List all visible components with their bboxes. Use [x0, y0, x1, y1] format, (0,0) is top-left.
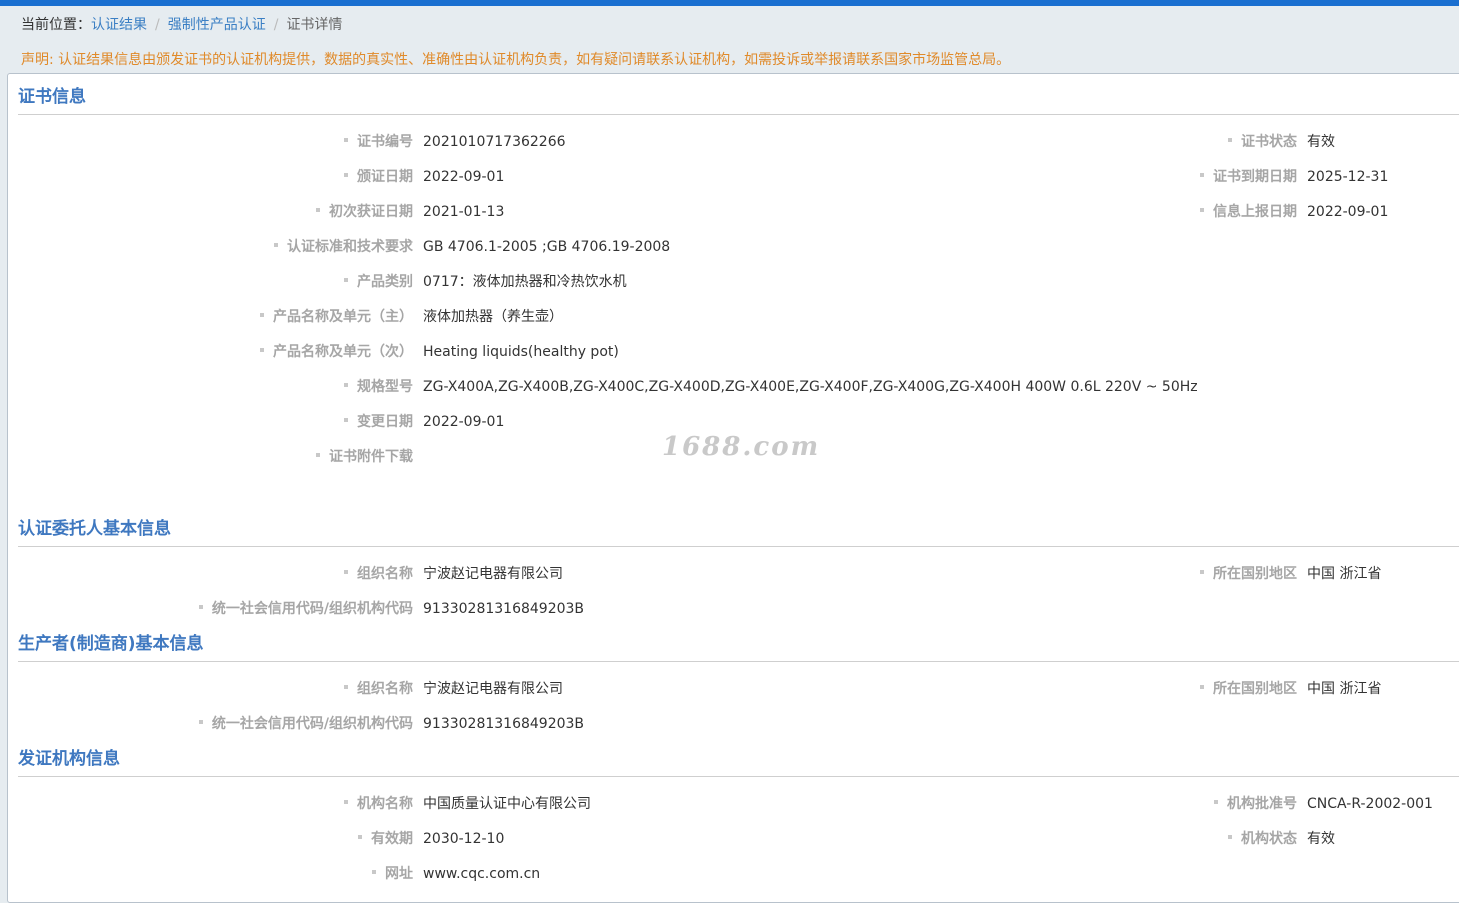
field-value-cert-number: 2021010717362266 [423, 134, 566, 150]
field-value-issuer-status: 有效 [1307, 831, 1335, 847]
field-label: 统一社会信用代码/组织机构代码 [198, 600, 413, 618]
section-title-cert: 证书信息 [18, 87, 86, 107]
breadcrumb-lead: 当前位置： [21, 17, 91, 33]
field-value-first-issue-date: 2021-01-13 [423, 204, 505, 220]
field-value-applicant-region: 中国 浙江省 [1307, 566, 1382, 582]
field-value-applicant-org: 宁波赵记电器有限公司 [423, 566, 563, 582]
section-title-issuer: 发证机构信息 [18, 749, 120, 769]
field-value-issuer-approval-no: CNCA-R-2002-001 [1307, 796, 1433, 812]
field-label: 认证标准和技术要求 [274, 238, 413, 256]
field-value-issuer-name: 中国质量认证中心有限公司 [423, 796, 591, 812]
field-label: 产品类别 [344, 273, 413, 291]
field-value-expiry-date: 2025-12-31 [1307, 169, 1389, 185]
field-label: 初次获证日期 [316, 203, 413, 221]
section-title-applicant: 认证委托人基本信息 [18, 519, 171, 539]
field-value-product-name-secondary: Heating liquids(healthy pot) [423, 344, 619, 360]
field-label: 统一社会信用代码/组织机构代码 [198, 715, 413, 733]
field-value-report-date: 2022-09-01 [1307, 204, 1389, 220]
field-label: 产品名称及单元（次） [260, 343, 413, 361]
field-label: 证书附件下载 [316, 448, 413, 466]
field-value-product-category: 0717：液体加热器和冷热饮水机 [423, 274, 627, 290]
field-value-issue-date: 2022-09-01 [423, 169, 505, 185]
field-label: 组织名称 [344, 680, 413, 698]
section-divider [18, 661, 1459, 662]
field-label: 变更日期 [344, 413, 413, 431]
field-value-manufacturer-region: 中国 浙江省 [1307, 681, 1382, 697]
field-value-manufacturer-code: 91330281316849203B [423, 716, 585, 732]
breadcrumb: 当前位置：认证结果 / 强制性产品认证 / 证书详情 [21, 17, 343, 33]
field-label: 颁证日期 [344, 168, 413, 186]
field-label: 证书到期日期 [1200, 168, 1297, 186]
disclaimer-notice: 声明: 认证结果信息由颁发证书的认证机构提供，数据的真实性、准确性由认证机构负责… [21, 52, 1011, 68]
breadcrumb-link-ccc[interactable]: 强制性产品认证 [168, 17, 266, 33]
field-label: 组织名称 [344, 565, 413, 583]
field-value-manufacturer-org: 宁波赵记电器有限公司 [423, 681, 563, 697]
field-value-product-name-main: 液体加热器（养生壶） [423, 309, 563, 325]
field-label: 证书状态 [1228, 133, 1297, 151]
detail-panel [7, 73, 1459, 903]
section-divider [18, 546, 1459, 547]
field-label: 有效期 [358, 830, 413, 848]
top-accent-bar [0, 0, 1459, 6]
field-label: 信息上报日期 [1200, 203, 1297, 221]
section-divider [18, 114, 1459, 115]
section-title-manufacturer: 生产者(制造商)基本信息 [18, 634, 204, 654]
field-label: 所在国别地区 [1200, 565, 1297, 583]
field-label: 机构状态 [1228, 830, 1297, 848]
field-value-model-spec: ZG-X400A,ZG-X400B,ZG-X400C,ZG-X400D,ZG-X… [423, 379, 1198, 395]
field-label: 证书编号 [344, 133, 413, 151]
section-divider [18, 776, 1459, 777]
field-value-standards: GB 4706.1-2005 ;GB 4706.19-2008 [423, 239, 671, 255]
field-value-applicant-code: 91330281316849203B [423, 601, 585, 617]
watermark-logo: 1688.com [662, 432, 821, 462]
field-label: 机构名称 [344, 795, 413, 813]
field-value-issuer-website[interactable]: www.cqc.com.cn [423, 865, 540, 883]
field-label: 网址 [372, 865, 413, 883]
field-value-cert-status: 有效 [1307, 134, 1335, 150]
breadcrumb-current: 证书详情 [286, 17, 343, 33]
field-label: 规格型号 [344, 378, 413, 396]
field-label: 机构批准号 [1214, 795, 1297, 813]
field-label: 产品名称及单元（主） [260, 308, 413, 326]
field-value-change-date: 2022-09-01 [423, 414, 505, 430]
field-value-issuer-validity: 2030-12-10 [423, 831, 505, 847]
field-label: 所在国别地区 [1200, 680, 1297, 698]
breadcrumb-link-results[interactable]: 认证结果 [91, 17, 147, 33]
